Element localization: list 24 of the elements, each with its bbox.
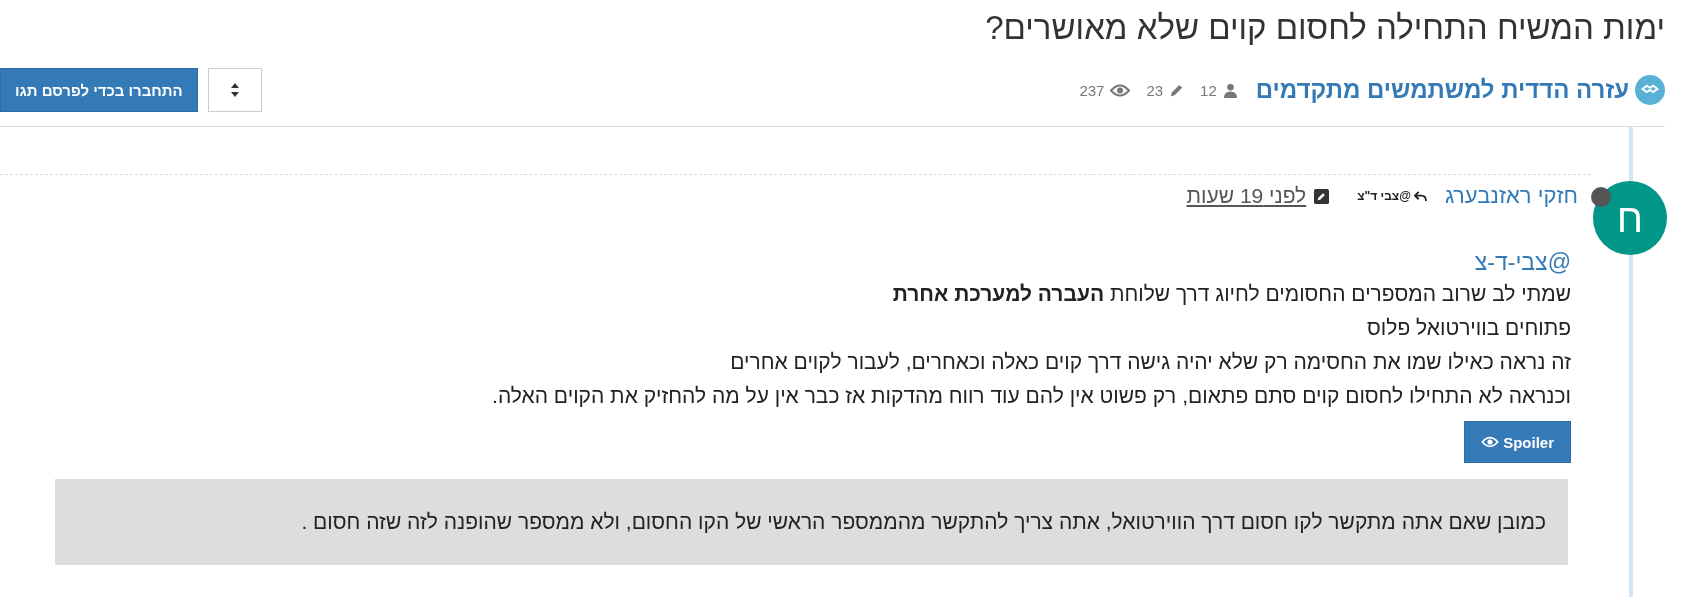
stat-count: 23 [1146,81,1164,99]
post-text: זה נראה כאילו שמו את החסימה רק שלא יהיה גישה דרך קוים כאלה וכאחרים, לעבור לקוים אחרים [729,349,1571,375]
stat-count: 12 [1200,81,1217,99]
pencil-icon [1169,82,1185,98]
post-text: פתוחים בווירטואל פלוס [1366,315,1571,341]
sort-button[interactable] [207,68,262,112]
mention-link[interactable]: @צבי-ד-צ [0,247,1571,277]
category-link[interactable]: עזרה הדדית למשתמשים מתקדמים [1255,76,1629,104]
eye-icon [1481,436,1500,448]
post-text: וכנראה לא התחילו לחסום קוים סתם פתאום, רק פשוט אין להם עוד רווח מהדקות אז כבר אין על מה להחזיק את הקוים האלה. [491,383,1571,409]
topic-title: ימות המשיח התחילה לחסום קוים שלא מאושרים? [984,8,1665,48]
sort-icon [229,82,240,98]
avatar[interactable]: ח [1593,181,1667,255]
author-link[interactable]: חזקי ראזנבערג [1444,183,1578,209]
spoiler-button[interactable]: Spoiler [1464,421,1571,463]
post-text: שמתי לב שרוב המספרים החסומים לחיוג דרך שלוחת העברה למערכת אחרת [891,281,1571,307]
person-icon [1222,82,1238,98]
login-button[interactable]: התחברו בכדי לפרסם תגו [0,68,198,112]
stat-count: 237 [1079,81,1105,99]
reply-link[interactable]: @צבי ד"צ [1357,189,1427,203]
eye-icon [1110,82,1131,98]
spoiler-content: כמובן שאם אתה מתקשר לקו חסום דרך הווירטואל, אתה צריך להתקשר מהממספר הראשי של הקו החסום, ולא ממספר שהופנה לזה שזה חסום . [55,479,1568,565]
reply-icon [1413,190,1427,202]
timestamp-link[interactable]: לפני 19 שעות [1186,184,1307,208]
